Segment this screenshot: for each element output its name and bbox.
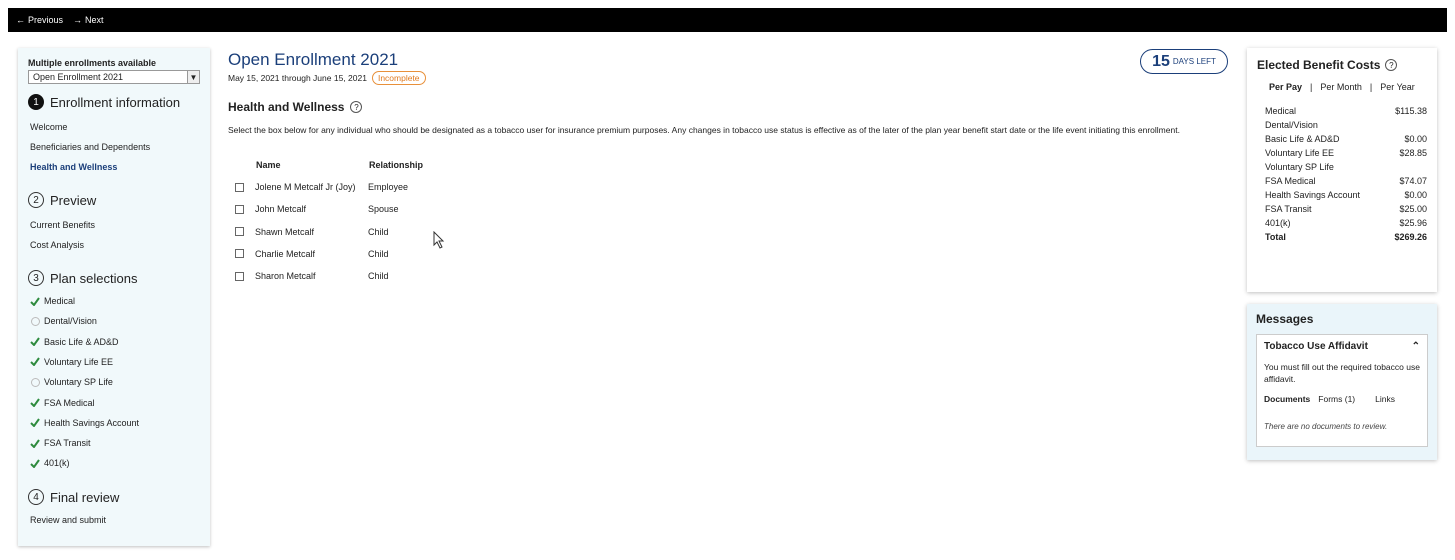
checkmark-icon bbox=[30, 357, 40, 367]
sidebar-plan-item[interactable]: Voluntary SP Life bbox=[30, 377, 113, 387]
message-tabs: Documents Forms (1) Links bbox=[1264, 394, 1420, 404]
tab-forms[interactable]: Forms (1) bbox=[1318, 394, 1355, 404]
cost-total-row: Total $269.26 bbox=[1265, 232, 1427, 242]
cost-row: Medical $115.38 bbox=[1265, 106, 1427, 116]
table-row: Sharon Metcalf Child bbox=[235, 269, 389, 283]
cost-row: Voluntary Life EE $28.85 bbox=[1265, 148, 1427, 158]
empty-documents-text: There are no documents to review. bbox=[1264, 422, 1388, 431]
sidebar-plan-item[interactable]: Dental/Vision bbox=[30, 316, 97, 326]
sidebar-item-beneficiaries[interactable]: Beneficiaries and Dependents bbox=[30, 142, 150, 152]
step-number: 4 bbox=[28, 489, 44, 505]
elected-benefit-costs-panel: Elected Benefit Costs ? Per Pay | Per Mo… bbox=[1247, 48, 1437, 292]
tab-documents[interactable]: Documents bbox=[1264, 394, 1310, 404]
message-card-header[interactable]: Tobacco Use Affidavit ⌃ bbox=[1264, 341, 1420, 352]
tab-per-pay[interactable]: Per Pay bbox=[1269, 82, 1310, 92]
person-name: Charlie Metcalf bbox=[255, 248, 316, 259]
sidebar-plan-item[interactable]: FSA Transit bbox=[30, 438, 91, 448]
empty-circle-icon bbox=[31, 377, 40, 387]
chevron-down-icon: ▼ bbox=[187, 71, 199, 83]
chevron-up-icon[interactable]: ⌃ bbox=[1412, 341, 1420, 352]
arrow-left-icon: ← bbox=[16, 15, 25, 25]
arrow-right-icon: → bbox=[73, 15, 83, 25]
empty-circle-icon bbox=[31, 316, 40, 326]
checkmark-icon bbox=[30, 337, 40, 347]
messages-title: Messages bbox=[1256, 312, 1314, 326]
message-text: You must fill out the required tobacco u… bbox=[1264, 362, 1420, 384]
tab-per-month[interactable]: Per Month bbox=[1312, 82, 1370, 92]
message-card: Tobacco Use Affidavit ⌃ You must fill ou… bbox=[1256, 334, 1428, 447]
table-row: Shawn Metcalf Child bbox=[235, 225, 389, 239]
days-left-badge: 15 DAYS LEFT bbox=[1140, 49, 1228, 74]
cost-row: Voluntary SP Life bbox=[1265, 162, 1334, 172]
column-header-relationship: Relationship bbox=[369, 160, 424, 170]
person-relationship: Spouse bbox=[368, 204, 399, 215]
help-icon[interactable]: ? bbox=[1385, 59, 1398, 71]
sidebar-item-cost-analysis[interactable]: Cost Analysis bbox=[30, 240, 84, 250]
help-icon[interactable]: ? bbox=[350, 101, 363, 113]
section-enrollment-information[interactable]: 1 Enrollment information bbox=[28, 94, 180, 110]
person-relationship: Child bbox=[368, 271, 389, 282]
column-header-name: Name bbox=[256, 160, 281, 170]
top-nav-bar: ← Previous → Next bbox=[8, 8, 1447, 32]
cost-row: FSA Medical $74.07 bbox=[1265, 176, 1427, 186]
cost-row: 401(k) $25.96 bbox=[1265, 218, 1427, 228]
person-name: Jolene M Metcalf Jr (Joy) bbox=[255, 182, 356, 192]
next-button[interactable]: → Next bbox=[73, 15, 104, 25]
sidebar-plan-item[interactable]: 401(k) bbox=[30, 458, 70, 468]
mouse-cursor-icon bbox=[433, 231, 445, 249]
cost-row: Basic Life & AD&D $0.00 bbox=[1265, 134, 1427, 144]
person-name: Sharon Metcalf bbox=[255, 271, 316, 282]
section-preview[interactable]: 2 Preview bbox=[28, 192, 96, 208]
person-name: Shawn Metcalf bbox=[255, 226, 315, 237]
cost-row: Dental/Vision bbox=[1265, 120, 1318, 130]
sidebar-item-welcome[interactable]: Welcome bbox=[30, 122, 67, 132]
cost-row: Health Savings Account $0.00 bbox=[1265, 190, 1427, 200]
previous-button[interactable]: ← Previous bbox=[16, 15, 63, 25]
section-final-review[interactable]: 4 Final review bbox=[28, 489, 119, 505]
tobacco-user-checkbox[interactable] bbox=[235, 227, 244, 237]
enrollment-select[interactable]: Open Enrollment 2021 ▼ bbox=[28, 70, 200, 84]
messages-panel: Messages Tobacco Use Affidavit ⌃ You mus… bbox=[1247, 304, 1437, 460]
checkmark-icon bbox=[30, 458, 40, 468]
step-number: 2 bbox=[28, 192, 44, 208]
table-row: Charlie Metcalf Child bbox=[235, 247, 389, 261]
person-name: John Metcalf bbox=[255, 204, 307, 215]
tobacco-user-checkbox[interactable] bbox=[235, 204, 244, 214]
sidebar-plan-item[interactable]: FSA Medical bbox=[30, 398, 95, 408]
enrollment-dates: May 15, 2021 through June 15, 2021 Incom… bbox=[228, 71, 426, 85]
tab-links[interactable]: Links bbox=[1375, 394, 1395, 404]
table-row: Jolene M Metcalf Jr (Joy) Employee bbox=[235, 180, 408, 194]
cost-period-tabs: Per Pay | Per Month | Per Year bbox=[1257, 82, 1427, 92]
sidebar-item-health-wellness[interactable]: Health and Wellness bbox=[30, 162, 117, 172]
checkmark-icon bbox=[30, 398, 40, 408]
sidebar-item-review-submit[interactable]: Review and submit bbox=[30, 515, 106, 525]
step-number: 3 bbox=[28, 270, 44, 286]
enrollment-sidebar: Multiple enrollments available Open Enro… bbox=[18, 48, 210, 546]
tobacco-user-checkbox[interactable] bbox=[235, 249, 244, 259]
tobacco-user-checkbox[interactable] bbox=[235, 271, 244, 281]
person-relationship: Employee bbox=[368, 182, 409, 192]
tobacco-user-checkbox[interactable] bbox=[235, 182, 244, 192]
page-title: Open Enrollment 2021 bbox=[228, 50, 399, 69]
tab-per-year[interactable]: Per Year bbox=[1372, 82, 1423, 92]
tobacco-description: Select the box below for any individual … bbox=[228, 125, 1180, 135]
section-plan-selections[interactable]: 3 Plan selections bbox=[28, 270, 137, 286]
status-badge: Incomplete bbox=[371, 71, 426, 85]
sidebar-plan-item[interactable]: Medical bbox=[30, 296, 75, 306]
checkmark-icon bbox=[30, 296, 40, 306]
sidebar-item-current-benefits[interactable]: Current Benefits bbox=[30, 220, 95, 230]
person-relationship: Child bbox=[368, 226, 389, 237]
costs-title: Elected Benefit Costs ? bbox=[1257, 58, 1427, 72]
cost-row: FSA Transit $25.00 bbox=[1265, 204, 1427, 214]
section-heading: Health and Wellness ? bbox=[228, 100, 363, 114]
sidebar-plan-item[interactable]: Voluntary Life EE bbox=[30, 357, 113, 367]
sidebar-plan-item[interactable]: Health Savings Account bbox=[30, 418, 139, 428]
checkmark-icon bbox=[30, 418, 40, 428]
step-number: 1 bbox=[28, 94, 44, 110]
person-relationship: Child bbox=[368, 248, 389, 259]
enrollments-label: Multiple enrollments available bbox=[28, 58, 157, 68]
sidebar-plan-item[interactable]: Basic Life & AD&D bbox=[30, 337, 119, 347]
table-row: John Metcalf Spouse bbox=[235, 202, 399, 216]
checkmark-icon bbox=[30, 438, 40, 448]
